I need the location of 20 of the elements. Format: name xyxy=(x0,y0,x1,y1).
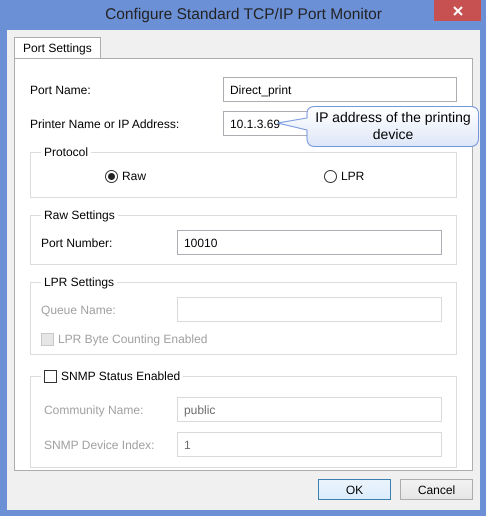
window-title: Configure Standard TCP/IP Port Monitor xyxy=(105,6,382,24)
close-button[interactable] xyxy=(434,0,481,21)
field-label: SNMP Device Index: xyxy=(43,438,156,452)
field-label: Port Number: xyxy=(41,236,114,250)
close-icon xyxy=(452,6,462,16)
group-title: Protocol xyxy=(43,145,90,159)
checkbox[interactable]: SNMP Status Enabled xyxy=(44,369,180,383)
field-label: Community Name: xyxy=(43,402,144,416)
field-label: Queue Name: xyxy=(41,302,117,316)
text-field[interactable]: 10010 xyxy=(177,230,442,255)
text-field[interactable]: Direct_print xyxy=(223,77,457,102)
field-label: Printer Name or IP Address: xyxy=(30,116,180,130)
radio-button[interactable]: LPR xyxy=(324,169,364,183)
tab[interactable]: Port Settings xyxy=(14,37,101,58)
group-title: Raw Settings xyxy=(43,208,116,222)
group-title: LPR Settings xyxy=(43,275,116,289)
dialog-button[interactable]: Cancel xyxy=(400,479,473,500)
dialog-button[interactable]: OK xyxy=(318,479,391,500)
field-label: Port Name: xyxy=(30,82,92,96)
radio-button[interactable]: Raw xyxy=(105,169,146,183)
